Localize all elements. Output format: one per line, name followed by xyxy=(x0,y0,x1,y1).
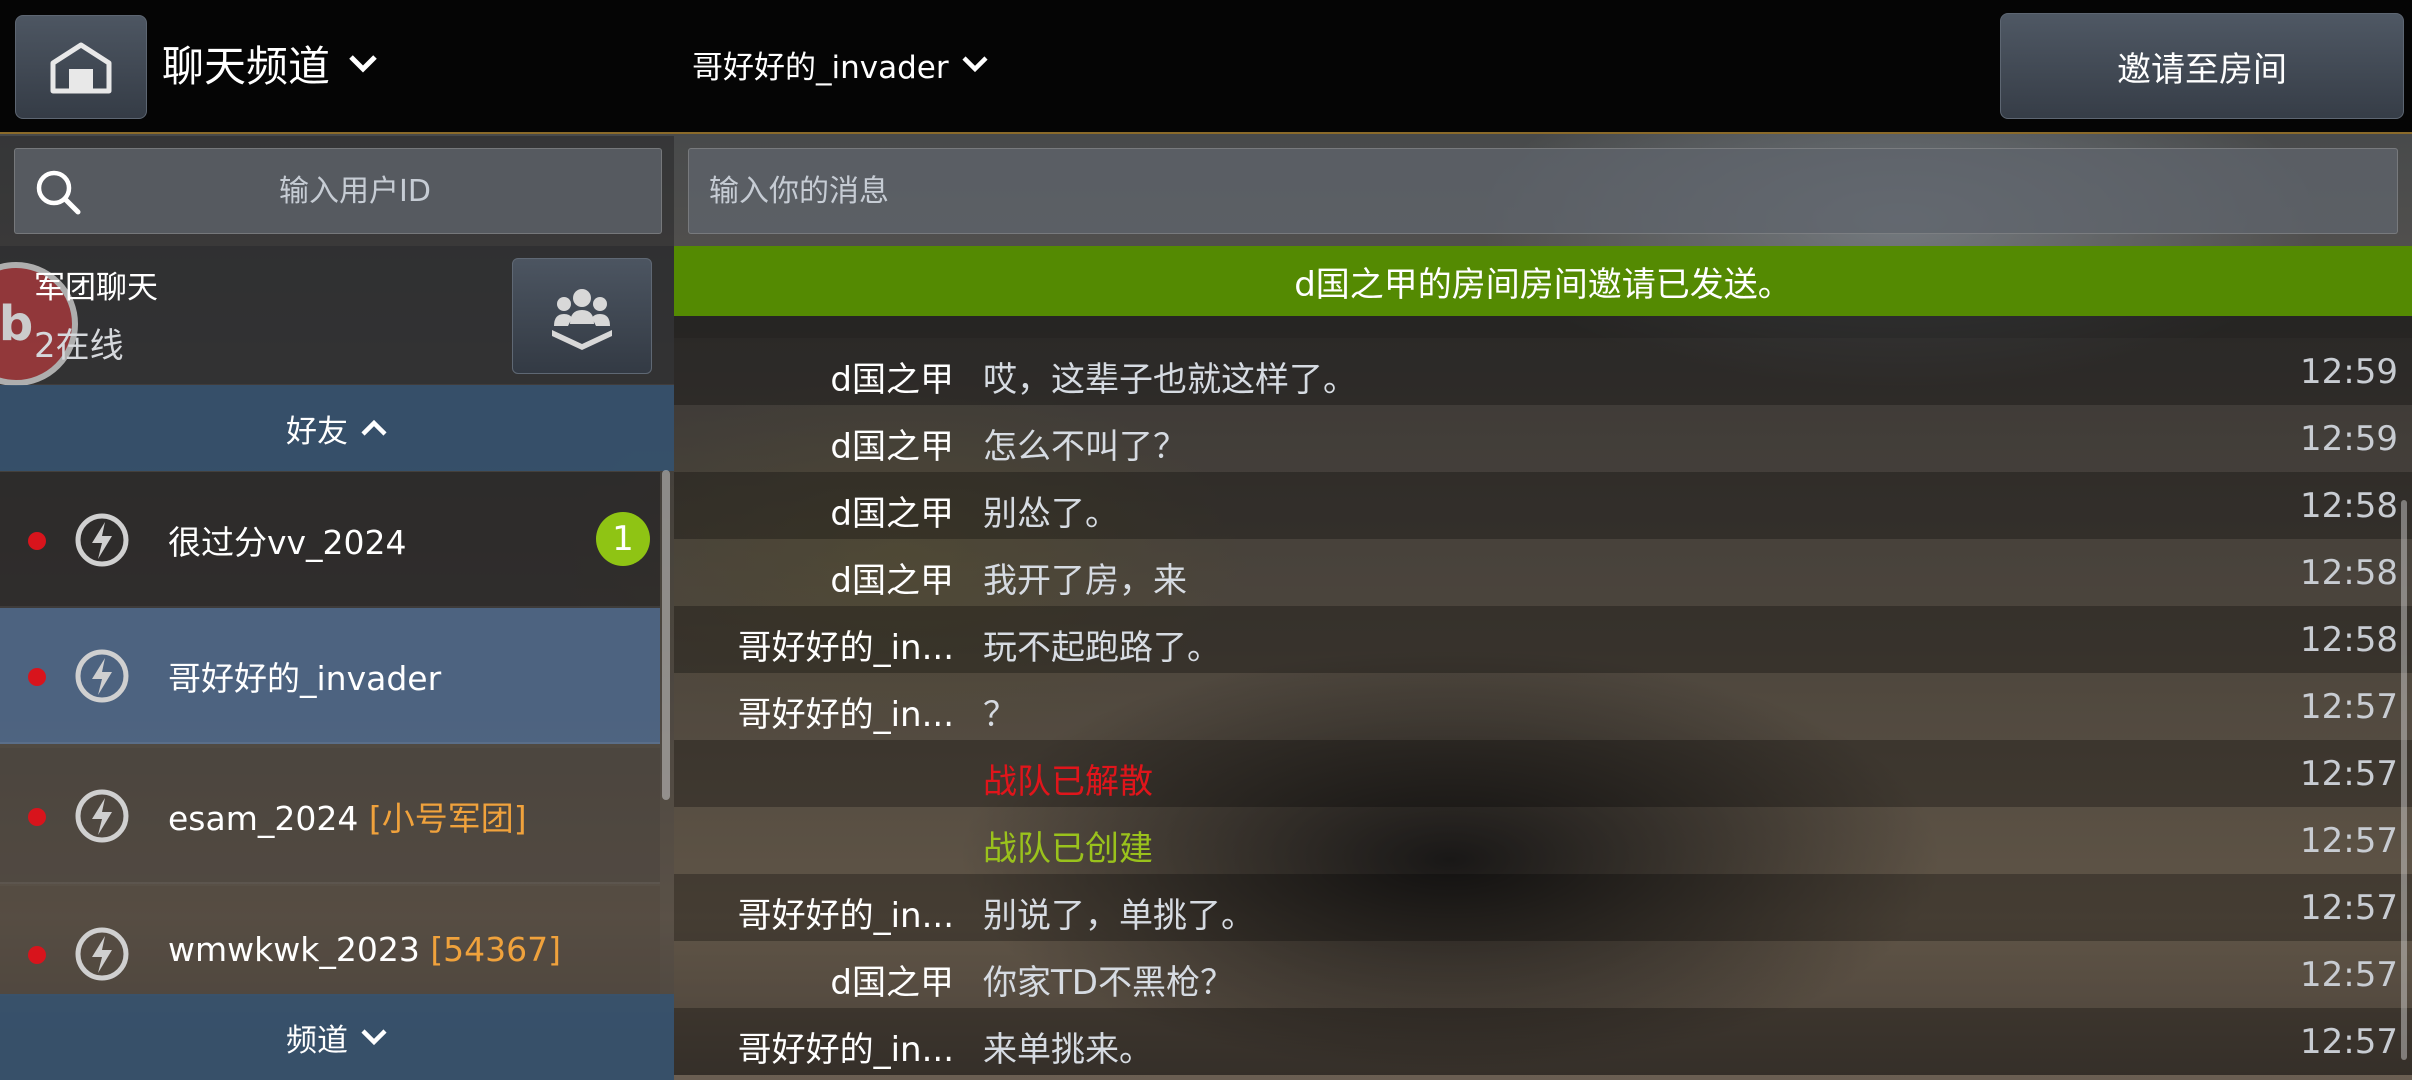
message-sender[interactable]: d国之甲 xyxy=(674,955,954,1004)
message-text: 玩不起跑路了。 xyxy=(983,628,1221,668)
channel-selector[interactable]: 聊天频道 xyxy=(162,30,378,96)
friend-list-item[interactable]: wmwkwk_2023 [54367] xyxy=(0,886,660,996)
message-time: 12:57 xyxy=(2300,1022,2398,1062)
status-dot xyxy=(28,532,46,550)
status-dot xyxy=(28,668,46,686)
system-message-text: 战队已解散 xyxy=(983,762,1153,802)
user-id-input[interactable] xyxy=(95,149,615,233)
status-dot xyxy=(28,808,46,826)
message-time: 12:59 xyxy=(2300,419,2398,459)
invite-to-room-button[interactable]: 邀请至房间 xyxy=(2000,13,2404,119)
message-time: 12:59 xyxy=(2300,352,2398,392)
message-time: 12:57 xyxy=(2300,821,2398,861)
message-row: 哥好好的_in... ？ 12:57 xyxy=(674,673,2412,740)
message-text: 我开了房，来 xyxy=(983,561,1187,601)
message-sender[interactable]: d国之甲 xyxy=(674,352,954,401)
friend-name: 很过分vv_2024 xyxy=(168,523,407,562)
message-input[interactable] xyxy=(709,149,2369,233)
message-text: 来单挑来。 xyxy=(983,1030,1153,1070)
friend-list-item[interactable]: 很过分vv_2024 1 xyxy=(0,472,660,608)
message-time: 12:57 xyxy=(2300,888,2398,928)
lightning-icon xyxy=(75,513,129,567)
channels-section-header[interactable]: 频道 xyxy=(0,994,674,1080)
message-sender[interactable]: d国之甲 xyxy=(674,486,954,535)
message-row: d国之甲 怎么不叫了？ 12:59 xyxy=(674,405,2412,472)
message-row: d国之甲 你家TD不黑枪？ 12:57 xyxy=(674,941,2412,1008)
message-sender[interactable]: 哥好好的_in... xyxy=(674,888,954,937)
message-row: 战队已创建 12:57 xyxy=(674,807,2412,874)
home-button[interactable] xyxy=(15,15,147,119)
status-dot xyxy=(28,946,46,964)
message-text: ？ xyxy=(983,695,1017,735)
chevron-down-icon xyxy=(361,1029,387,1046)
invite-sent-notice: d国之甲的房间房间邀请已发送。 xyxy=(674,246,2412,316)
message-time: 12:57 xyxy=(2300,955,2398,995)
message-row: 哥好好的_in... 玩不起跑路了。 12:58 xyxy=(674,606,2412,673)
friends-section-header[interactable]: 好友 xyxy=(0,385,674,471)
message-sender[interactable]: d国之甲 xyxy=(674,419,954,468)
message-row: d国之甲 哎，这辈子也就这样了。 12:59 xyxy=(674,338,2412,405)
user-search-box xyxy=(14,148,662,234)
guild-online-count: 2在线 xyxy=(34,326,124,366)
lightning-icon xyxy=(75,649,129,703)
message-time: 12:58 xyxy=(2300,486,2398,526)
message-text: 别怂了。 xyxy=(983,494,1119,534)
message-sender[interactable]: d国之甲 xyxy=(674,553,954,602)
top-bar: 聊天频道 哥好好的_invader 邀请至房间 xyxy=(0,0,2412,134)
friend-name: 哥好好的_invader xyxy=(168,659,442,698)
message-row: 哥好好的_in... 别说了，单挑了。 12:57 xyxy=(674,874,2412,941)
home-icon xyxy=(50,42,112,94)
message-row: 哥好好的_in... 来单挑来。 12:57 xyxy=(674,1008,2412,1075)
message-time: 12:58 xyxy=(2300,553,2398,593)
friend-list-item[interactable]: 哥好好的_invader xyxy=(0,608,660,744)
friend-list-item[interactable]: esam_2024 [小号军团] xyxy=(0,748,660,884)
unread-badge: 1 xyxy=(596,512,650,566)
guild-chat-label: 军团聊天 xyxy=(34,270,158,306)
chevron-down-icon xyxy=(962,56,988,73)
system-message-text: 战队已创建 xyxy=(983,829,1153,869)
message-sender[interactable]: 哥好好的_in... xyxy=(674,1022,954,1071)
message-row: 战队已解散 12:57 xyxy=(674,740,2412,807)
search-icon[interactable] xyxy=(33,167,83,217)
message-text: 哎，这辈子也就这样了。 xyxy=(983,360,1357,400)
guild-members-button[interactable] xyxy=(512,258,652,374)
message-input-box xyxy=(688,148,2398,234)
message-text: 别说了，单挑了。 xyxy=(983,896,1255,936)
chat-target-selector[interactable]: 哥好好的_invader xyxy=(692,38,989,90)
channels-header-label: 频道 xyxy=(286,1022,348,1059)
message-list-scrollbar[interactable] xyxy=(2401,500,2407,1060)
friends-header-label: 好友 xyxy=(286,413,348,450)
chevron-down-icon xyxy=(349,55,377,73)
message-sender[interactable]: 哥好好的_in... xyxy=(674,620,954,669)
message-time: 12:57 xyxy=(2300,754,2398,794)
message-text: 你家TD不黑枪？ xyxy=(983,963,1234,1003)
group-icon xyxy=(552,289,612,350)
lightning-icon xyxy=(75,927,129,981)
message-row: d国之甲 我开了房，来 12:58 xyxy=(674,539,2412,606)
message-time: 12:57 xyxy=(2300,687,2398,727)
message-text: 怎么不叫了？ xyxy=(983,427,1187,467)
chat-target-name: 哥好好的_invader xyxy=(692,49,949,86)
friend-name: esam_2024 [小号军团] xyxy=(168,799,527,838)
chevron-up-icon xyxy=(361,419,387,436)
message-time: 12:58 xyxy=(2300,620,2398,660)
friend-list-scrollbar[interactable] xyxy=(662,470,670,800)
message-row: d国之甲 别怂了。 12:58 xyxy=(674,472,2412,539)
message-sender[interactable]: 哥好好的_in... xyxy=(674,687,954,736)
lightning-icon xyxy=(75,789,129,843)
friend-name: wmwkwk_2023 [54367] xyxy=(168,930,562,969)
channel-title: 聊天频道 xyxy=(162,41,331,91)
message-list[interactable]: d国之甲 哎，这辈子也就这样了。 12:59 d国之甲 怎么不叫了？ 12:59… xyxy=(674,290,2412,1080)
